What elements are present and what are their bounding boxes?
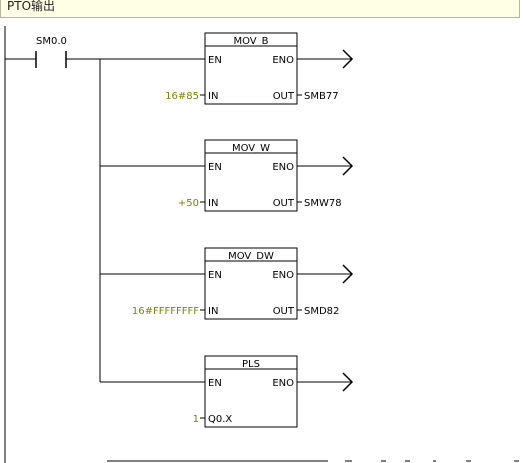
in-operand[interactable]: 16#FFFFFFFF (132, 306, 199, 317)
en-pin-label: EN (208, 270, 222, 281)
block-title: MOV_DW (228, 251, 274, 262)
block-mov-dw[interactable]: MOV_DW EN ENO IN OUT 16#FFFFFFFF SMD82 (132, 247, 354, 320)
contact-sm0-0[interactable]: SM0.0 (5, 36, 205, 68)
in-pin-label: IN (208, 306, 218, 317)
out-operand[interactable]: SMB77 (304, 91, 339, 102)
in-pin-label: IN (208, 91, 218, 102)
in-pin-label: Q0.X (208, 414, 232, 425)
eno-pin-label: ENO (272, 378, 294, 389)
block-title: MOV_W (232, 143, 270, 154)
eno-pin-label: ENO (272, 162, 294, 173)
out-pin-label: OUT (273, 91, 295, 102)
block-title: PLS (242, 359, 260, 370)
block-mov-b[interactable]: MOV_B EN ENO IN OUT 16#85 SMB77 (165, 32, 354, 105)
eno-pin-label: ENO (272, 270, 294, 281)
block-title: MOV_B (233, 36, 268, 47)
en-pin-label: EN (208, 378, 222, 389)
in-operand[interactable]: 16#85 (165, 91, 199, 102)
out-operand[interactable]: SMD82 (304, 306, 339, 317)
block-mov-w[interactable]: MOV_W EN ENO IN OUT +50 SMW78 (178, 139, 354, 212)
in-operand[interactable]: +50 (178, 198, 199, 209)
out-pin-label: OUT (273, 306, 295, 317)
block-pls[interactable]: PLS EN ENO Q0.X 1 (193, 355, 354, 428)
out-pin-label: OUT (273, 198, 295, 209)
out-operand[interactable]: SMW78 (304, 198, 342, 209)
in-pin-label: IN (208, 198, 218, 209)
contact-label: SM0.0 (36, 36, 67, 47)
en-pin-label: EN (208, 55, 222, 66)
in-operand[interactable]: 1 (193, 414, 199, 425)
eno-pin-label: ENO (272, 55, 294, 66)
ladder-diagram: SM0.0 MOV_B EN ENO IN OUT 16#85 SMB77 MO… (4, 26, 519, 463)
en-pin-label: EN (208, 162, 222, 173)
